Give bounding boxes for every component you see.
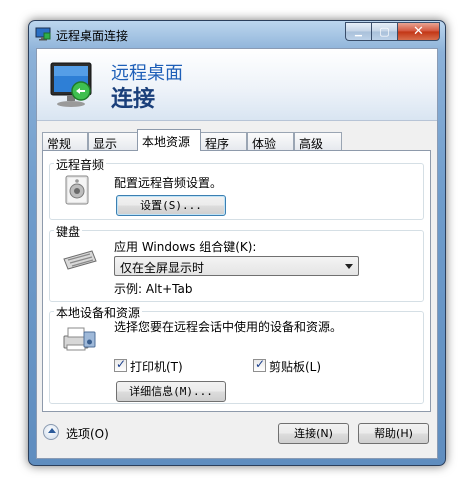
chevron-up-icon — [48, 428, 56, 433]
close-button[interactable]: ✕ — [397, 22, 440, 41]
dropdown-selected-value: 仅在全屏显示时 — [120, 261, 205, 275]
windows-key-combo-dropdown[interactable]: 仅在全屏显示时 — [114, 256, 359, 276]
banner-divider — [37, 120, 437, 121]
printer-label: 打印机(T) — [130, 360, 183, 374]
tab-experience[interactable]: 体验 — [247, 132, 294, 151]
printer-devices-icon — [63, 327, 96, 351]
tab-local-resources[interactable]: 本地资源 — [137, 129, 201, 151]
tab-display[interactable]: 显示 — [88, 132, 138, 151]
clipboard-label: 剪贴板(L) — [269, 360, 322, 374]
connect-button-label: 连接(N) — [294, 427, 333, 440]
minimize-icon: ▁ — [355, 26, 362, 37]
maximize-button[interactable]: ▢ — [371, 22, 397, 41]
clipboard-checkbox[interactable]: ✓ — [253, 357, 266, 372]
tab-general[interactable]: 常规 — [42, 132, 88, 151]
caption-buttons: ▁ ▢ ✕ — [345, 22, 440, 42]
tab-label: 程序 — [205, 137, 230, 151]
printer-checkbox[interactable]: ✓ — [114, 357, 127, 372]
remote-desktop-window: 远程桌面连接 ▁ ▢ ✕ 远程桌面 连接 常规 显示 本地资源 程序 体验 高级… — [28, 20, 446, 466]
help-button[interactable]: 帮助(H) — [358, 423, 429, 444]
details-button-label: 详细信息(M)... — [129, 385, 213, 398]
keyboard-group: 键盘 应用 Windows 组合键(K): 仅在全屏显示时 示例: Alt+Ta… — [49, 223, 424, 302]
remote-audio-group: 远程音频 配置远程音频设置。 设置(S)... — [49, 156, 424, 220]
help-button-label: 帮助(H) — [374, 427, 413, 440]
maximize-icon: ▢ — [379, 25, 390, 38]
remote-audio-group-title: 远程音频 — [54, 156, 107, 173]
tab-advanced[interactable]: 高级 — [294, 132, 342, 151]
connect-button[interactable]: 连接(N) — [278, 423, 349, 444]
remote-desktop-monitor-icon — [50, 62, 92, 107]
details-button[interactable]: 详细信息(M)... — [116, 381, 226, 402]
local-resources-panel: 远程音频 配置远程音频设置。 设置(S)... 键盘 应用 Windows 组合… — [42, 150, 431, 412]
title-bar[interactable]: 远程桌面连接 ▁ ▢ ✕ — [29, 21, 445, 49]
close-icon: ✕ — [413, 24, 424, 39]
tab-label: 高级 — [299, 137, 324, 151]
check-icon: ✓ — [116, 357, 127, 371]
chevron-down-icon — [345, 264, 353, 269]
options-label[interactable]: 选项(O) — [66, 425, 109, 442]
local-devices-description: 选择您要在远程会话中使用的设备和资源。 — [114, 320, 343, 334]
banner: 远程桌面 连接 — [37, 49, 437, 120]
dialog-client-area: 远程桌面 连接 常规 显示 本地资源 程序 体验 高级 远程音频 配置远程音频设… — [36, 48, 438, 459]
windows-key-label: 应用 Windows 组合键(K): — [114, 240, 257, 254]
minimize-button[interactable]: ▁ — [345, 22, 371, 41]
keyboard-group-title: 键盘 — [54, 223, 83, 240]
speaker-icon — [65, 175, 89, 205]
audio-settings-button-label: 设置(S)... — [140, 199, 202, 212]
options-toggle-button[interactable] — [43, 424, 59, 440]
banner-title-line2: 连接 — [111, 87, 156, 112]
check-icon: ✓ — [255, 357, 266, 371]
local-devices-group: 本地设备和资源 选择您要在远程会话中使用的设备和资源。 ✓ 打印机(T) ✓ 剪… — [49, 304, 424, 404]
remote-audio-description: 配置远程音频设置。 — [114, 176, 223, 190]
dialog-footer: 选项(O) 连接(N) 帮助(H) — [37, 419, 437, 459]
tab-programs[interactable]: 程序 — [200, 132, 247, 151]
tab-label: 显示 — [93, 137, 118, 151]
keyboard-example-text: 示例: Alt+Tab — [114, 282, 193, 296]
tab-label: 本地资源 — [142, 135, 191, 149]
remote-desktop-app-icon — [35, 27, 51, 41]
audio-settings-button[interactable]: 设置(S)... — [116, 195, 226, 216]
tab-label: 常规 — [47, 137, 72, 151]
window-title: 远程桌面连接 — [56, 29, 129, 43]
keyboard-icon — [63, 250, 97, 270]
tab-label: 体验 — [252, 137, 277, 151]
